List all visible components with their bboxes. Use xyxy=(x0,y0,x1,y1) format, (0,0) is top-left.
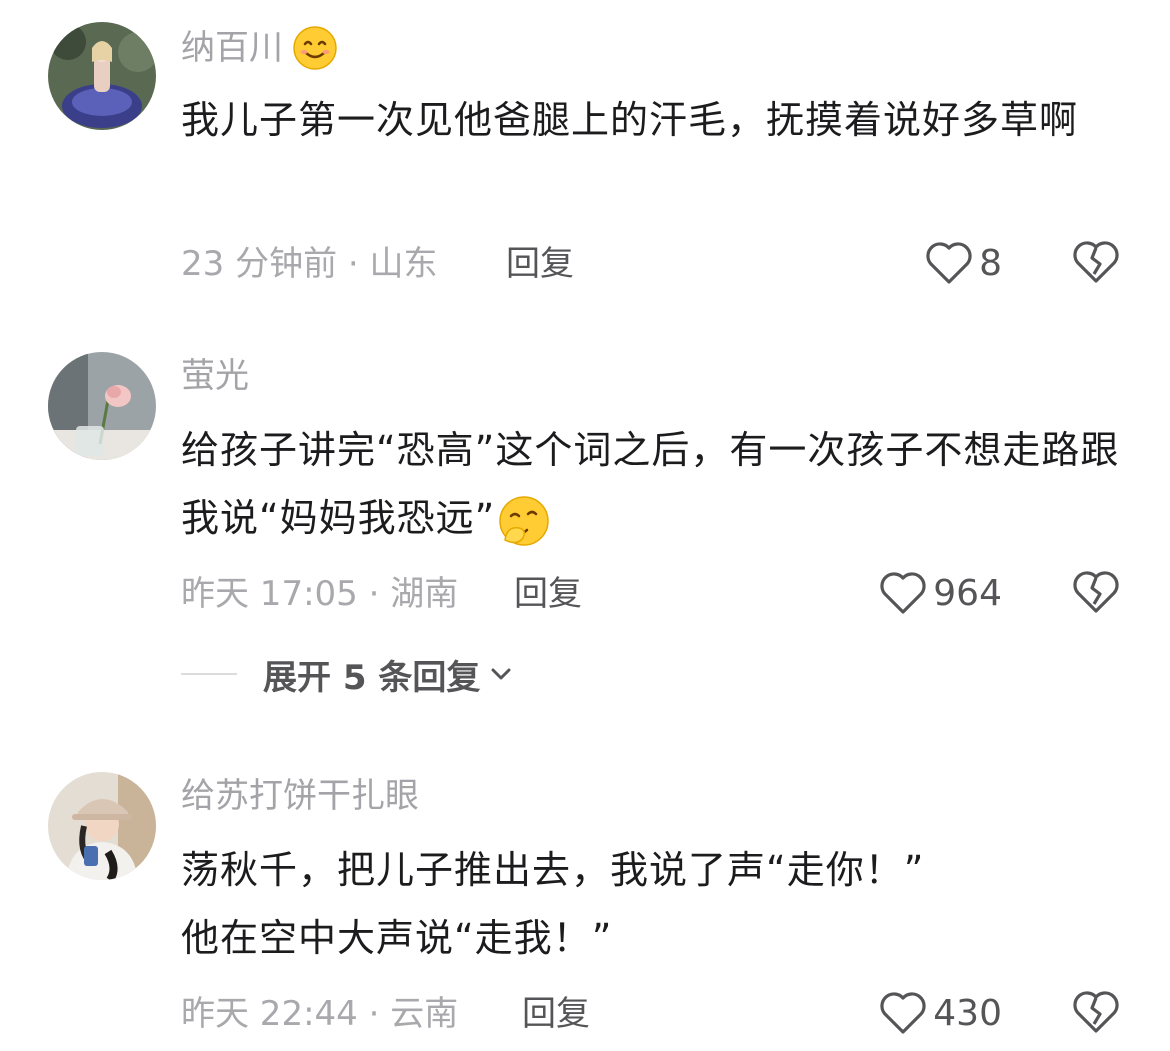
username[interactable]: 萤光 xyxy=(181,354,249,398)
avatar-image xyxy=(48,22,156,130)
like-count: 8 xyxy=(979,242,1002,284)
broken-heart-icon[interactable] xyxy=(1072,988,1120,1036)
username-text: 纳百川 xyxy=(181,28,283,68)
comment-meta: 23 分钟前 · 山东 xyxy=(181,244,438,284)
username[interactable]: 纳百川 xyxy=(181,24,339,72)
divider xyxy=(181,673,237,675)
chevron-down-icon xyxy=(491,668,511,680)
like-count: 430 xyxy=(933,992,1002,1034)
expand-replies-button[interactable]: 展开 5 条回复 xyxy=(181,652,514,698)
reply-button[interactable]: 回复 xyxy=(506,242,574,286)
avatar[interactable] xyxy=(48,772,156,880)
comment-text: 给孩子讲完“恐高”这个词之后，有一次孩子不想走路跟我说“妈妈我恐远” xyxy=(181,416,1121,552)
reply-button[interactable]: 回复 xyxy=(514,572,582,616)
like-button[interactable]: 8 xyxy=(925,238,1002,288)
broken-heart-icon[interactable] xyxy=(1072,568,1120,616)
comment-text: 我儿子第一次见他爸腿上的汗毛，抚摸着说好多草啊 xyxy=(181,98,1079,142)
like-button[interactable]: 430 xyxy=(879,988,1002,1038)
expand-replies-label: 展开 5 条回复 xyxy=(263,657,481,698)
comment-text-body: 给孩子讲完“恐高”这个词之后，有一次孩子不想走路跟我说“妈妈我恐远” xyxy=(181,428,1120,540)
like-count: 964 xyxy=(933,572,1002,614)
smile-emoji-icon xyxy=(293,26,337,70)
avatar-image xyxy=(48,352,156,460)
like-button[interactable]: 964 xyxy=(879,568,1002,618)
heart-icon xyxy=(880,572,926,614)
heart-icon xyxy=(926,242,972,284)
comment-text: 荡秋千，把儿子推出去，我说了声“走你！” 他在空中大声说“走我！” xyxy=(181,836,1121,972)
comment-meta: 昨天 17:05 · 湖南 xyxy=(181,574,459,614)
avatar[interactable] xyxy=(48,352,156,460)
comment-meta: 昨天 22:44 · 云南 xyxy=(181,994,459,1034)
avatar[interactable] xyxy=(48,22,156,130)
avatar-image xyxy=(48,772,156,880)
heart-icon xyxy=(880,992,926,1034)
comment-text-line: 荡秋千，把儿子推出去，我说了声“走你！” xyxy=(181,848,925,892)
snicker-emoji-icon xyxy=(499,495,550,546)
broken-heart-icon[interactable] xyxy=(1072,238,1120,286)
comment-text-line: 他在空中大声说“走我！” xyxy=(181,916,613,960)
username[interactable]: 给苏打饼干扎眼 xyxy=(181,774,419,818)
reply-button[interactable]: 回复 xyxy=(522,992,590,1036)
